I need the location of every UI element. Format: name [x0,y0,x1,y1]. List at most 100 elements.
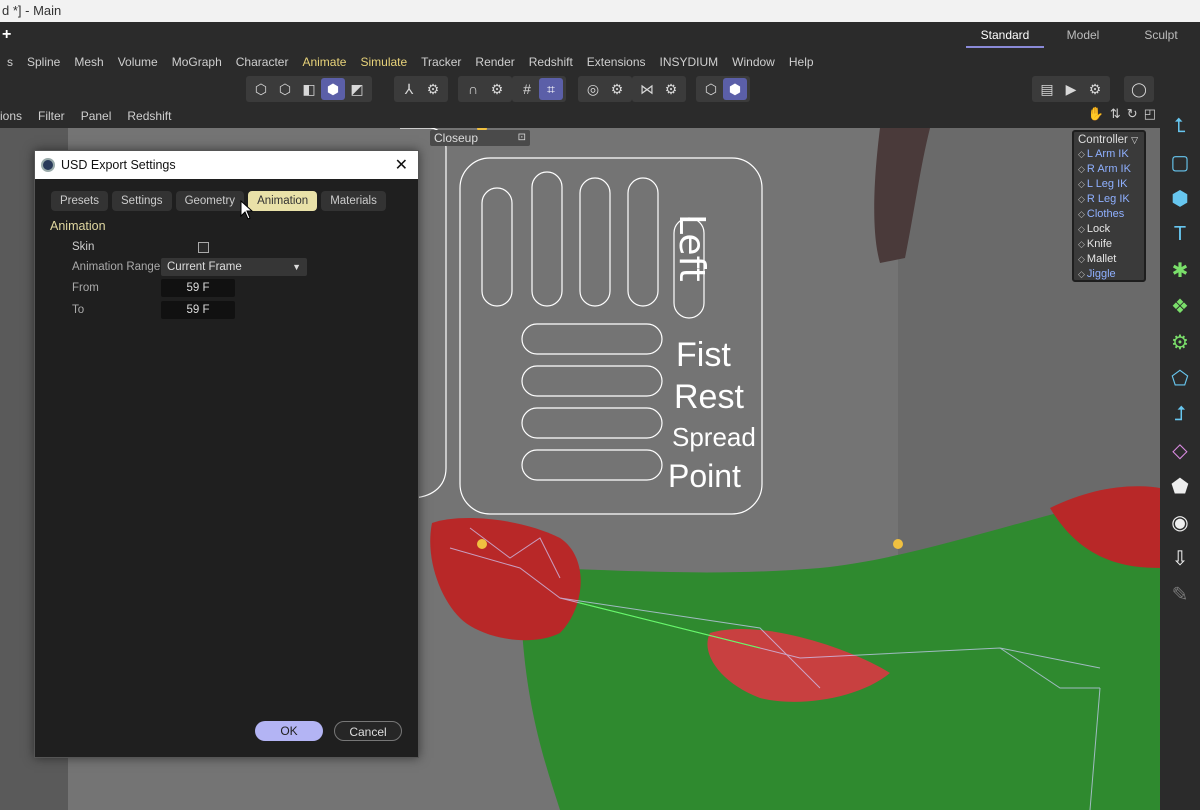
skin-checkbox[interactable] [198,241,209,253]
animation-range-label: Animation Range [72,261,161,273]
dolly-icon[interactable]: ⇅ [1110,106,1121,122]
controller-item-knife[interactable]: ◇ Knife [1078,237,1140,252]
lamp-icon[interactable]: ◯ [1127,78,1151,100]
square-icon[interactable]: ▢ [1164,146,1196,178]
camera-label[interactable]: Closeup ⊡ [430,130,530,146]
menu-item-volume[interactable]: Volume [111,55,165,69]
clapper-icon[interactable]: ▤ [1035,78,1059,100]
viewport-menu-options[interactable]: ions [0,109,30,123]
menu-item-insydium[interactable]: INSYDIUM [653,55,726,69]
dialog-title-bar[interactable]: USD Export Settings ✕ [35,151,418,179]
controller-item-jiggle[interactable]: ◇ Jiggle [1078,267,1140,282]
viewport-menu-bar: ions Filter Panel Redshift ✋ ⇅ ↻ ◰ [0,104,1160,128]
menu-item-window[interactable]: Window [725,55,782,69]
animation-range-select[interactable]: Current Frame ▼ [161,258,307,276]
axis-icon[interactable]: ⅄ [397,78,421,100]
menu-item-animate[interactable]: Animate [295,55,353,69]
menu-item-simulate[interactable]: Simulate [353,55,414,69]
tab-animation[interactable]: Animation [248,191,318,211]
generator-icon[interactable]: ✱ [1164,254,1196,286]
move-icon[interactable]: ⮤ [1164,110,1196,142]
object-mode-icon[interactable]: ◩ [345,78,369,100]
tab-presets[interactable]: Presets [51,191,108,211]
model-mode-icon[interactable]: ⬢ [321,78,345,100]
cancel-button[interactable]: Cancel [334,721,402,741]
cube-icon[interactable]: ⬢ [1164,182,1196,214]
symmetry-icon[interactable]: ⋈ [635,78,659,100]
section-title: Animation [50,219,106,233]
controller-title: Controller ▽ [1078,134,1138,146]
tab-settings[interactable]: Settings [112,191,172,211]
target-icon[interactable]: ◎ [581,78,605,100]
environment-icon[interactable]: ⬟ [1164,470,1196,502]
rotate-icon[interactable]: ↻ [1127,106,1138,122]
layout-tab-model[interactable]: Model [1044,22,1122,48]
pan-icon[interactable]: ✋ [1088,106,1104,122]
menu-item-spline[interactable]: Spline [20,55,67,69]
layout-tab-sculpt[interactable]: Sculpt [1122,22,1200,48]
viewport-menu-filter[interactable]: Filter [30,109,73,123]
pose-rest-label[interactable]: Rest [674,378,744,417]
menu-item-mograph[interactable]: MoGraph [165,55,229,69]
symmetry-settings-icon[interactable]: ⚙ [659,78,683,100]
controller-item-l-leg-ik[interactable]: ◇ L Leg IK [1078,177,1140,192]
deform-active-icon[interactable]: ⬢ [723,78,747,100]
pose-point-label[interactable]: Point [668,458,741,495]
pose-spread-label[interactable]: Spread [672,422,756,453]
deformer-icon[interactable]: ⬠ [1164,362,1196,394]
character-arm-mesh [520,488,1160,810]
grid-icon[interactable]: # [515,78,539,100]
chevron-down-icon[interactable]: ▽ [1131,135,1138,145]
controller-item-r-leg-ik[interactable]: ◇ R Leg IK [1078,192,1140,207]
points-mode-icon[interactable]: ⬡ [249,78,273,100]
edges-mode-icon[interactable]: ⬡ [273,78,297,100]
controller-item-l-arm-ik[interactable]: ◇ L Arm IK [1078,147,1140,162]
menu-item-tracker[interactable]: Tracker [414,55,468,69]
close-icon[interactable]: ✕ [395,155,408,175]
menu-item-help[interactable]: Help [782,55,821,69]
upper-limb-mesh [874,128,930,263]
magnet-icon[interactable]: ∩ [461,78,485,100]
to-field[interactable]: 59 F [161,301,235,319]
viewport-menu-panel[interactable]: Panel [73,109,120,123]
target-settings-icon[interactable]: ⚙ [605,78,629,100]
add-icon[interactable]: + [2,26,11,44]
menu-item-redshift[interactable]: Redshift [522,55,580,69]
axis-settings-icon[interactable]: ⚙ [421,78,445,100]
field-icon[interactable]: ◇ [1164,434,1196,466]
menu-item-extensions[interactable]: Extensions [580,55,653,69]
pose-fist-label[interactable]: Fist [676,336,731,375]
import-icon[interactable]: ⇩ [1164,542,1196,574]
ok-button[interactable]: OK [255,721,323,741]
joint-icon[interactable]: ⮥ [1164,398,1196,430]
polygons-mode-icon[interactable]: ◧ [297,78,321,100]
pen-icon[interactable]: ✎ [1164,578,1196,610]
cloner-icon[interactable]: ❖ [1164,290,1196,322]
layout-tab-standard[interactable]: Standard [966,22,1044,48]
viewport-menu-redshift[interactable]: Redshift [119,109,179,123]
tab-geometry[interactable]: Geometry [175,191,245,211]
camera-icon[interactable]: ◉ [1164,506,1196,538]
deform-icon[interactable]: ⬡ [699,78,723,100]
text-icon[interactable]: T [1164,218,1196,250]
controller-item-r-arm-ik[interactable]: ◇ R Arm IK [1078,162,1140,177]
effector-icon[interactable]: ⚙ [1164,326,1196,358]
workplane-icon[interactable]: ⌗ [539,78,563,100]
maximize-icon[interactable]: ◰ [1144,106,1156,122]
controller-item-mallet[interactable]: ◇ Mallet [1078,252,1140,267]
menu-item-mesh[interactable]: Mesh [67,55,110,69]
rig-panel-side-label: Left [671,214,712,282]
usd-export-dialog: USD Export Settings ✕ Presets Settings G… [34,150,419,758]
menu-item-s[interactable]: s [0,55,20,69]
menu-item-character[interactable]: Character [229,55,296,69]
menu-item-render[interactable]: Render [468,55,521,69]
controller-item-clothes[interactable]: ◇ Clothes [1078,207,1140,222]
controller-item-lock[interactable]: ◇ Lock [1078,222,1140,237]
render-settings-icon[interactable]: ⚙ [1083,78,1107,100]
render-icon[interactable]: ▶ [1059,78,1083,100]
rig-panel [400,128,763,515]
mouse-cursor-icon [240,200,254,220]
from-field[interactable]: 59 F [161,279,235,297]
tab-materials[interactable]: Materials [321,191,386,211]
snap-settings-icon[interactable]: ⚙ [485,78,509,100]
